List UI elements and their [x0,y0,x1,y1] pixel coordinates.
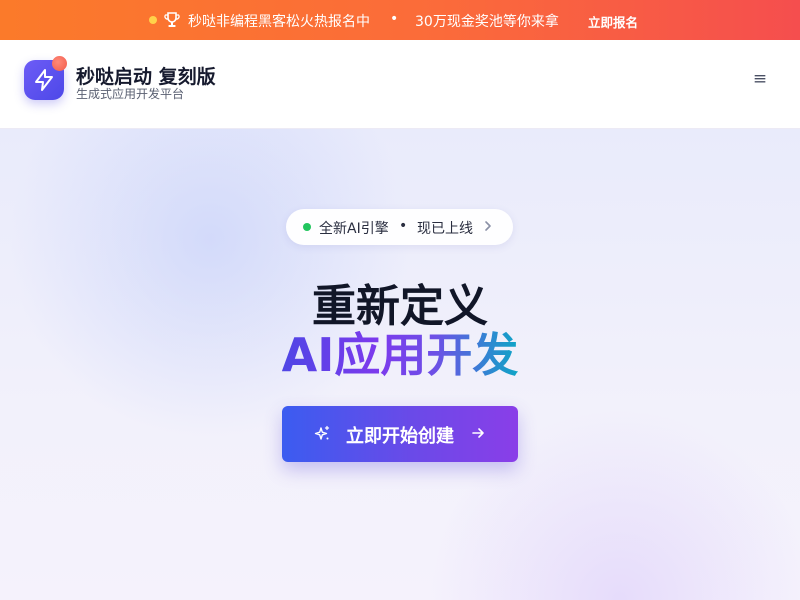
start-creating-label: 立即开始创建 [346,426,454,447]
logo-badge [52,56,67,71]
hero-headline-line1: 重新定义 [312,281,488,332]
start-creating-button[interactable]: 立即开始创建 [282,406,518,462]
trophy-icon [164,12,180,27]
hero-headline-line2: AI应用开发 [0,327,800,383]
banner-prize-text: 30万现金奖池等你来拿 [415,14,559,30]
brand-subtitle: 生成式应用开发平台 [76,87,185,101]
sparkle-icon [314,425,330,440]
arrow-right-icon [472,428,484,438]
chevron-right-icon [485,221,491,231]
announcement-pill[interactable]: 全新AI引擎 • 现已上线 [286,209,513,245]
hero-headline-gradient-text: AI应用开发 [281,328,519,382]
lightning-icon [35,69,53,91]
status-dot-icon [303,223,311,231]
pill-separator: • [399,218,408,234]
banner-dot-icon [149,16,157,24]
promo-banner: 秒哒非编程黑客松火热报名中 • 30万现金奖池等你来拿 立即报名 [0,0,800,40]
register-now-link[interactable]: 立即报名 [588,12,638,31]
hero-section: 全新AI引擎 • 现已上线 重新定义 AI应用开发 立即开始创建 [0,129,800,600]
pill-text-live: 现已上线 [417,221,473,237]
banner-separator: • [390,11,399,27]
pill-text-new-engine: 全新AI引擎 [319,221,389,237]
site-header: 秒哒启动 复刻版 生成式应用开发平台 ≡ [0,40,800,129]
banner-text: 秒哒非编程黑客松火热报名中 [188,14,370,30]
hamburger-menu-icon[interactable]: ≡ [752,70,768,88]
